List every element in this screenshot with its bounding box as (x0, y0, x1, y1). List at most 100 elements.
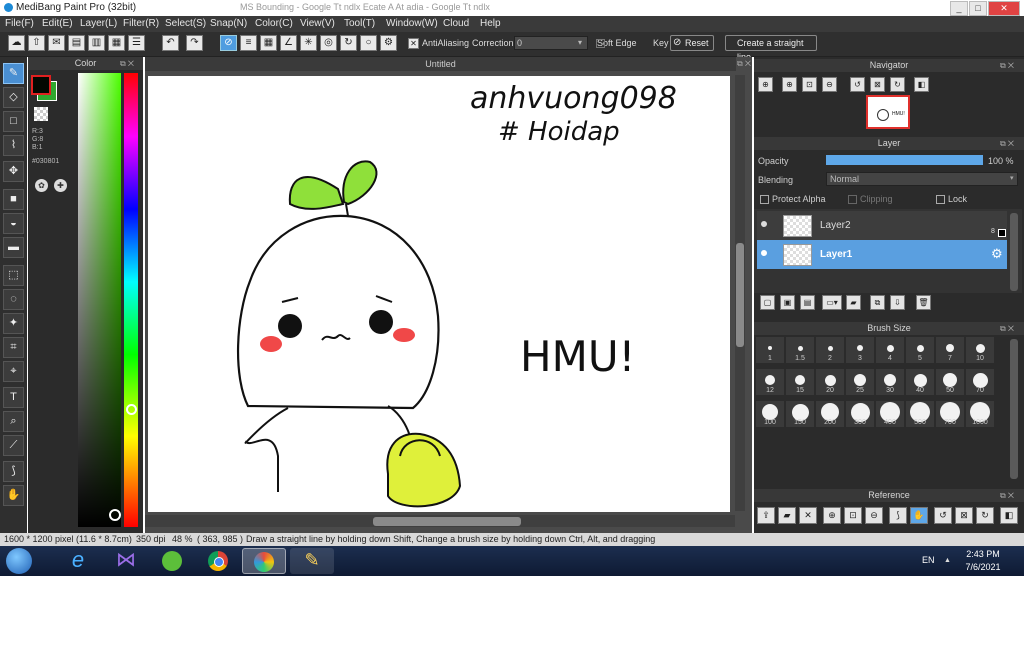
menu-edit[interactable]: Edit(E) (42, 18, 73, 29)
eye-icon[interactable] (761, 250, 767, 256)
reference-flip-icon[interactable]: ◧ (1000, 507, 1018, 524)
brush-size-cell[interactable]: 50 (936, 369, 964, 395)
grid-icon[interactable]: ▦ (108, 35, 125, 51)
brush-size-cell[interactable]: 70 (966, 369, 994, 395)
layer-popout-icon[interactable]: ⧉ ✕ (1000, 139, 1014, 149)
undo-icon[interactable]: ↶ (162, 35, 179, 51)
text-tool-icon[interactable]: T (3, 387, 24, 408)
snail-app-icon[interactable] (150, 548, 194, 574)
select-eraser-icon[interactable]: ⌖ (3, 361, 24, 382)
brush-size-cell[interactable]: 300 (846, 401, 874, 427)
snap-parallel-icon[interactable]: ≡ (240, 35, 257, 51)
brush-size-cell[interactable]: 12 (756, 369, 784, 395)
horizontal-scroll-thumb[interactable] (373, 517, 521, 526)
eraser-tool-icon[interactable]: ◇ (3, 87, 24, 108)
saturation-brightness-box[interactable] (78, 73, 121, 527)
redo-icon[interactable]: ↷ (186, 35, 203, 51)
eye-icon[interactable] (761, 221, 767, 227)
opacity-slider[interactable] (826, 155, 983, 165)
minimize-button[interactable]: _ (950, 1, 968, 16)
reference-eyedropper-icon[interactable]: ⟆ (889, 507, 907, 524)
reference-hand-icon[interactable]: ✋ (910, 507, 928, 524)
brush-size-cell[interactable]: 4 (876, 337, 904, 363)
close-button[interactable]: ✕ (988, 1, 1020, 16)
snap-radial-icon[interactable]: ✳ (300, 35, 317, 51)
brush-size-cell[interactable]: 400 (876, 401, 904, 427)
reset-view-icon[interactable]: ⊠ (870, 77, 885, 92)
reference-folder-icon[interactable]: ▰ (778, 507, 796, 524)
blur-tool-icon[interactable]: ⟋ (3, 435, 24, 456)
brush-size-cell[interactable]: 30 (876, 369, 904, 395)
upload-icon[interactable]: ⇧ (28, 35, 45, 51)
rotate-right-icon[interactable]: ↻ (890, 77, 905, 92)
antialiasing-checkbox[interactable]: ✕ (408, 38, 419, 49)
soft-edge-checkbox[interactable] (596, 39, 605, 48)
brush-size-scrollbar[interactable] (1010, 339, 1018, 479)
layer-settings-gear-icon[interactable]: ⚙ (991, 246, 1003, 262)
canvas-close-icon[interactable]: ⧉ ✕ (737, 59, 751, 69)
fill-rect-icon[interactable]: ■ (3, 189, 24, 210)
zoom-out-icon[interactable]: ⊖ (822, 77, 837, 92)
menu-tool[interactable]: Tool(T) (344, 18, 375, 29)
settings-gear-icon[interactable]: ⚙ (380, 35, 397, 51)
palette-icon[interactable]: ✿ (35, 179, 48, 192)
navigator-popout-icon[interactable]: ⧉ ✕ (1000, 61, 1014, 71)
reference-zoom-out-icon[interactable]: ⊖ (865, 507, 883, 524)
lock-toggle[interactable]: Lock (936, 194, 967, 205)
layer-row-selected[interactable]: Layer1 ⚙ (757, 240, 1007, 269)
chevron-down-icon[interactable]: ▾ (578, 38, 582, 47)
horizontal-scrollbar[interactable] (145, 515, 735, 527)
select-pen-icon[interactable]: ⌗ (3, 337, 24, 358)
menu-filter[interactable]: Filter(R) (123, 18, 159, 29)
cloud-icon[interactable]: ☁ (8, 35, 25, 51)
brush-size-cell[interactable]: 500 (906, 401, 934, 427)
brush-size-cell[interactable]: 20 (816, 369, 844, 395)
layer-row[interactable]: Layer2 8 (757, 211, 1007, 240)
brush-size-popout-icon[interactable]: ⧉ ✕ (1000, 324, 1014, 334)
brush-size-cell[interactable]: 2 (816, 337, 844, 363)
new-halftone-layer-icon[interactable]: ▣ (780, 295, 795, 310)
rect-select-icon[interactable]: □ (3, 111, 24, 132)
dot-tool-icon[interactable]: ⌇ (3, 135, 24, 156)
menu-snap[interactable]: Snap(N) (210, 18, 247, 29)
layer-scrollbar[interactable] (1010, 213, 1018, 291)
color-picker-handle[interactable] (109, 509, 121, 521)
operation-tool-icon[interactable]: ⌕ (3, 411, 24, 432)
page-icon[interactable]: ▥ (88, 35, 105, 51)
clock-time[interactable]: 2:43 PM (958, 549, 1008, 559)
move-tool-icon[interactable]: ✥ (3, 161, 24, 182)
menu-color[interactable]: Color(C) (255, 18, 293, 29)
reference-zoom-in-icon[interactable]: ⊕ (823, 507, 841, 524)
brush-size-cell[interactable]: 150 (786, 401, 814, 427)
brush-size-cell[interactable]: 100 (756, 401, 784, 427)
tray-arrow-icon[interactable]: ▲ (944, 557, 951, 564)
snap-grid-icon[interactable]: ▦ (260, 35, 277, 51)
lasso-tool-icon[interactable]: ◌ (3, 289, 24, 310)
medibang-task[interactable] (242, 548, 286, 574)
brush-tool-icon[interactable]: ✎ (3, 63, 24, 84)
snap-circle-icon[interactable]: ◎ (320, 35, 337, 51)
menu-layer[interactable]: Layer(L) (80, 18, 117, 29)
select-rect-icon[interactable]: ⬚ (3, 265, 24, 286)
palette-add-icon[interactable]: ✚ (54, 179, 67, 192)
lock-checkbox[interactable] (936, 195, 945, 205)
snap-ellipse-icon[interactable]: ○ (360, 35, 377, 51)
correction-select[interactable]: 0 (514, 36, 588, 50)
foreground-color-swatch[interactable] (31, 75, 51, 95)
list-icon[interactable]: ☰ (128, 35, 145, 51)
brush-size-cell[interactable]: 40 (906, 369, 934, 395)
brush-size-cell[interactable]: 15 (786, 369, 814, 395)
brush-size-cell[interactable]: 5 (906, 337, 934, 363)
reference-fit-icon[interactable]: ⊡ (844, 507, 862, 524)
start-button[interactable] (6, 548, 32, 574)
clipping-toggle[interactable]: Clipping (848, 194, 893, 205)
reference-reset-icon[interactable]: ⊠ (955, 507, 973, 524)
brush-size-cell[interactable]: 1 (756, 337, 784, 363)
new-8bit-layer-icon[interactable]: ▤ (800, 295, 815, 310)
snap-angle-icon[interactable]: ∠ (280, 35, 297, 51)
magic-wand-icon[interactable]: ✦ (3, 313, 24, 334)
canvas-tab[interactable]: Untitled (145, 57, 736, 71)
snap-off-icon[interactable]: ⊘ (220, 35, 237, 51)
blending-select[interactable]: Normal (826, 172, 1018, 186)
navigator-preview[interactable]: HMU! (866, 95, 910, 129)
